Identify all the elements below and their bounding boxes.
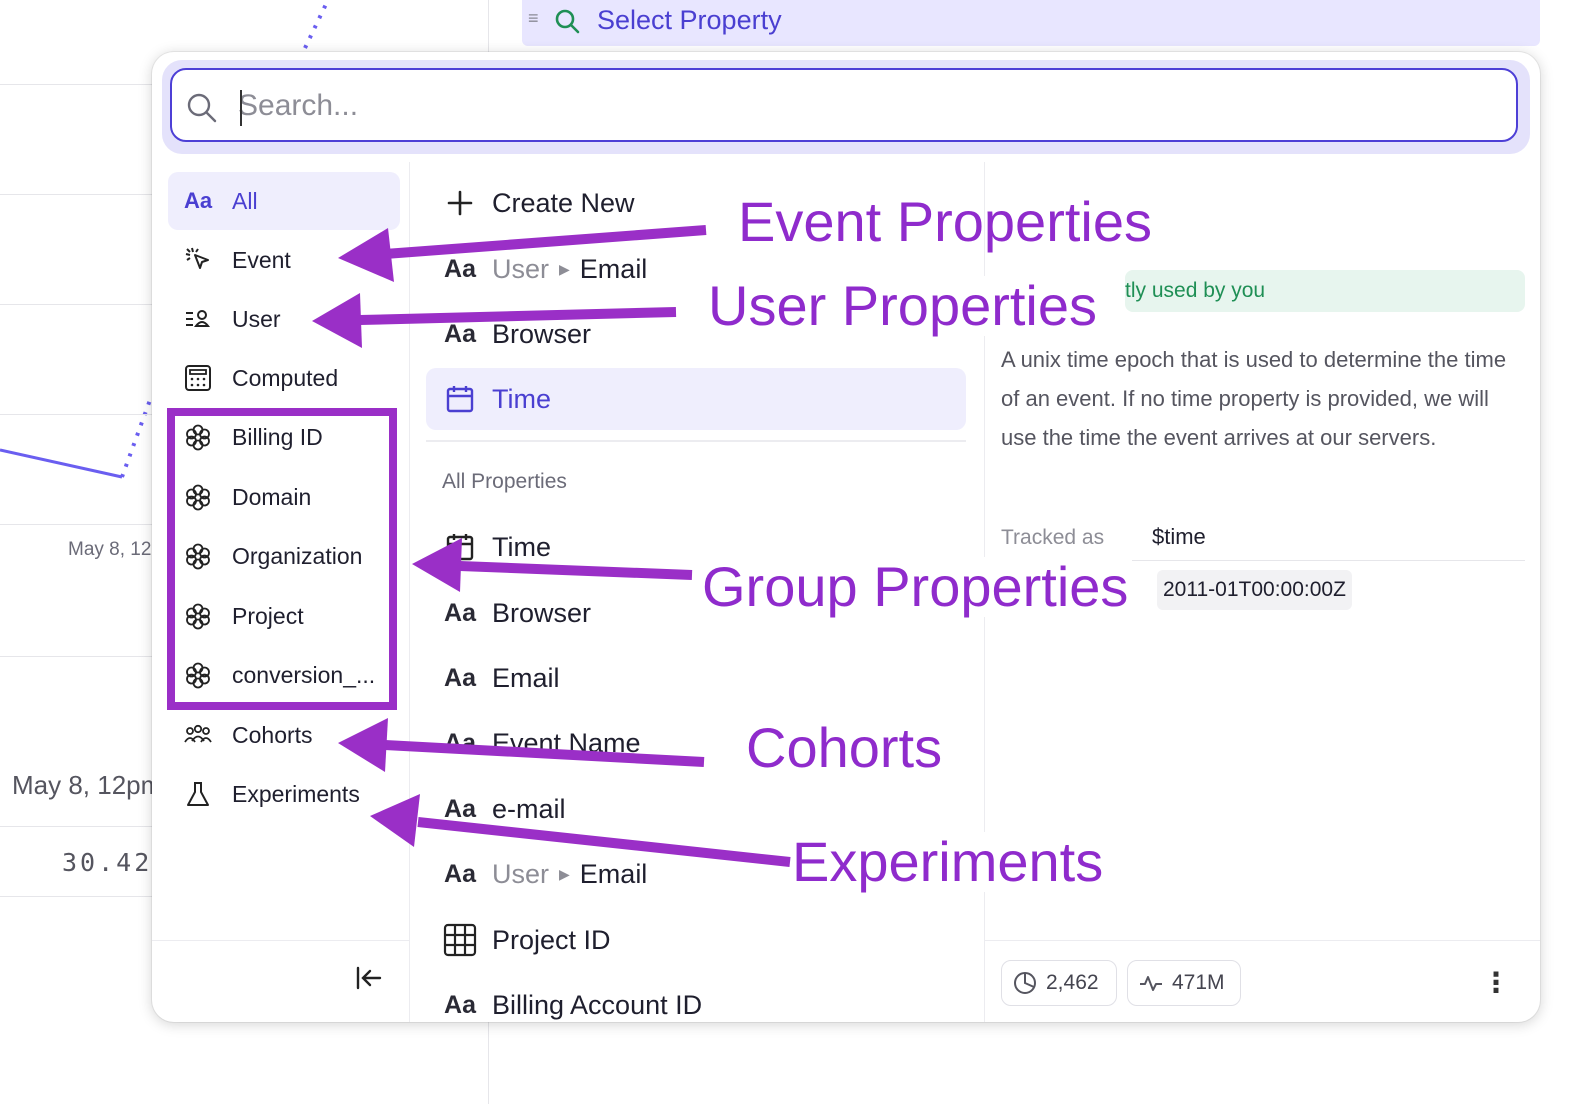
list-item[interactable]: Project ID <box>426 909 966 971</box>
search-focus-ring <box>162 60 1530 154</box>
drag-handle-icon[interactable]: ≡ <box>528 8 539 29</box>
category-all[interactable]: Aa All <box>168 172 400 230</box>
aa-icon: Aa <box>183 188 213 213</box>
list-item-selected[interactable]: Time <box>426 368 966 430</box>
more-options-icon[interactable]: ⋮ <box>1481 968 1511 1000</box>
search-box[interactable] <box>170 68 1518 142</box>
tracked-as-label: Tracked as <box>1001 526 1105 549</box>
event-volume-badge[interactable]: 471M <box>1127 960 1241 1006</box>
aa-icon: Aa <box>444 990 476 1019</box>
grid-line <box>0 826 152 827</box>
annotation-event-properties: Event Properties <box>738 190 1152 253</box>
chevron-right-icon: ▶ <box>559 260 570 277</box>
select-property-label: Select Property <box>597 5 782 35</box>
aa-icon: Aa <box>444 254 476 283</box>
recently-used-text: tly used by you <box>1125 279 1266 302</box>
property-label: Time <box>492 531 551 562</box>
category-label: Cohorts <box>232 721 313 748</box>
property-label: e-mail <box>492 793 566 824</box>
annotation-experiments: Experiments <box>792 832 1108 892</box>
cursor-click-icon <box>182 245 214 275</box>
grid-icon <box>442 923 478 957</box>
annotation-cohorts: Cohorts <box>746 716 943 779</box>
example-value: 2011-01T00:00:00Z <box>1157 570 1352 610</box>
grid-line <box>0 304 152 305</box>
property-label: Project ID <box>492 924 611 955</box>
text-caret <box>240 90 242 126</box>
select-property-bar[interactable]: ≡ Select Property <box>522 0 1540 46</box>
aa-icon: Aa <box>444 859 476 888</box>
property-label: Billing Account ID <box>492 989 703 1020</box>
aa-icon: Aa <box>444 728 476 757</box>
list-divider <box>426 440 966 442</box>
category-label: All <box>232 187 258 214</box>
property-label: Email <box>579 253 648 284</box>
chevron-right-icon: ▶ <box>559 865 570 882</box>
aa-icon: Aa <box>444 794 476 823</box>
grid-line <box>0 84 152 85</box>
category-label: Experiments <box>232 780 360 807</box>
usage-count: 2,462 <box>1046 971 1099 994</box>
property-label: Browser <box>492 318 592 349</box>
chart-series-dotted-top <box>303 0 330 49</box>
event-volume: 471M <box>1172 971 1225 994</box>
category-experiments[interactable]: Experiments <box>168 765 400 823</box>
activity-icon <box>1138 970 1164 996</box>
group-properties-highlight-box <box>167 408 397 710</box>
property-label: Time <box>492 383 551 414</box>
property-label: Email <box>492 662 560 693</box>
property-description: A unix time epoch that is used to determ… <box>1001 347 1507 450</box>
property-label: Event Name <box>492 727 641 758</box>
search-icon <box>186 92 218 129</box>
grid-line <box>0 524 152 525</box>
detail-footer-divider <box>985 940 1540 941</box>
property-label: Browser <box>492 597 592 628</box>
category-label: Event <box>232 246 291 273</box>
aa-icon: Aa <box>444 319 476 348</box>
annotation-user-properties: User Properties <box>708 276 1102 336</box>
annotation-group-properties: Group Properties <box>702 557 1133 617</box>
property-label: Email <box>579 858 648 889</box>
list-item[interactable]: Aa Billing Account ID <box>426 974 966 1022</box>
tracked-as-value: $time <box>1152 524 1206 549</box>
calculator-icon <box>182 363 214 393</box>
section-label: All Properties <box>442 470 567 493</box>
grid-line <box>0 896 152 897</box>
axis-date-label: May 8, 12p <box>68 539 162 560</box>
category-cohorts[interactable]: Cohorts <box>168 706 400 764</box>
collapse-sidebar-icon[interactable] <box>350 962 386 998</box>
aa-icon: Aa <box>444 663 476 692</box>
category-label: User <box>232 305 281 332</box>
chart-series-line <box>0 448 123 479</box>
property-prefix: User <box>492 253 550 284</box>
people-icon <box>182 720 214 750</box>
grid-line <box>0 414 152 415</box>
grid-line <box>0 656 152 657</box>
chart-series-dotted <box>120 399 152 478</box>
list-item[interactable]: Aa Email <box>426 647 966 709</box>
category-event[interactable]: Event <box>168 231 400 289</box>
property-prefix: User <box>492 858 550 889</box>
usage-count-badge[interactable]: 2,462 <box>1001 960 1117 1006</box>
sidebar-footer-divider <box>152 940 409 941</box>
flask-icon <box>182 779 214 809</box>
recently-used-badge: tly used by you <box>1125 270 1525 312</box>
pie-chart-icon <box>1012 970 1038 996</box>
search-input[interactable] <box>236 82 1440 130</box>
category-user[interactable]: User <box>168 290 400 348</box>
category-label: Computed <box>232 364 339 391</box>
search-icon <box>554 8 580 39</box>
create-new-label: Create New <box>492 187 635 218</box>
plus-icon <box>442 189 478 217</box>
aa-icon: Aa <box>444 598 476 627</box>
calendar-icon <box>442 384 478 414</box>
user-list-icon <box>182 304 214 334</box>
calendar-icon <box>442 532 478 562</box>
table-date-header: May 8, 12pm <box>12 770 163 800</box>
category-computed[interactable]: Computed <box>168 349 400 407</box>
grid-line <box>0 194 152 195</box>
